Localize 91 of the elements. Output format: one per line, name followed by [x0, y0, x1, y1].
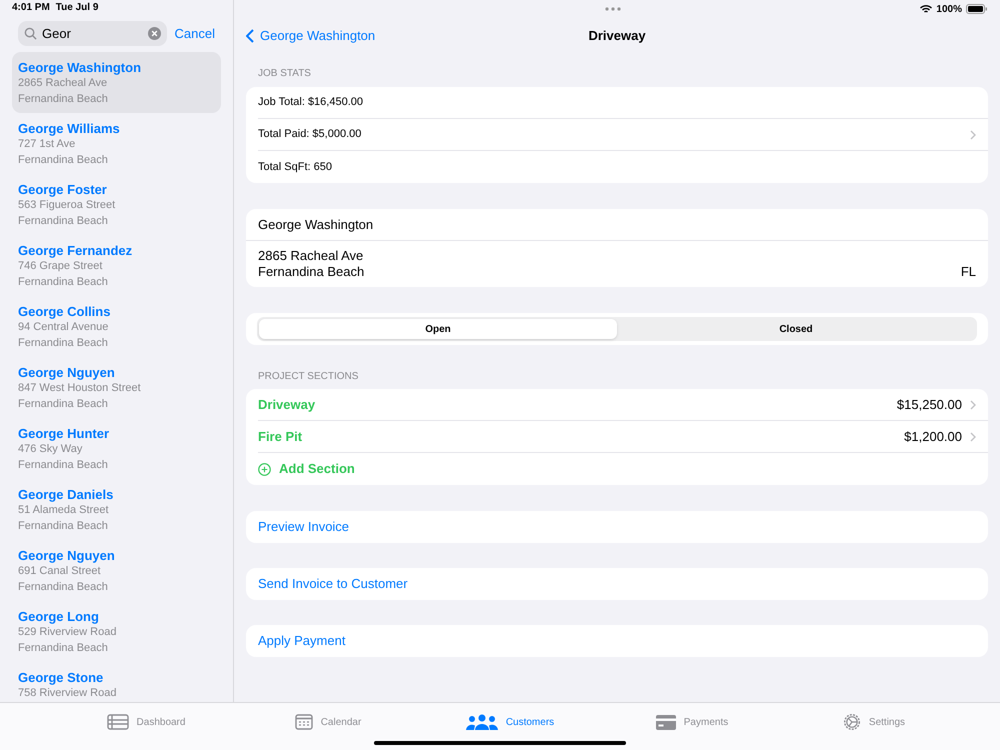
- calendar-icon: [294, 714, 313, 730]
- customer-name: George Hunter: [18, 425, 110, 442]
- section-name: Fire Pit: [258, 428, 302, 446]
- customer-city: Fernandina Beach: [18, 396, 109, 412]
- customer-address: 2865 Racheal Ave: [258, 248, 364, 264]
- stat-label: Job Total: $16,450.00: [258, 95, 363, 110]
- customer-address: 2865 Racheal Ave: [18, 76, 108, 91]
- section-name: Driveway: [258, 396, 316, 414]
- customer-row[interactable]: George Nguyen 847 West Houston Street Fernandina Beach: [12, 357, 221, 418]
- back-button[interactable]: George Washington: [246, 26, 376, 46]
- customer-city: Fernandina Beach: [18, 640, 109, 656]
- customer-city: Fernandina Beach: [18, 336, 109, 350]
- customer-address: 529 Riverview Road: [18, 625, 118, 640]
- action-button[interactable]: Apply Payment: [246, 625, 988, 657]
- customer-row[interactable]: George Foster 563 Figueroa Street Fernandina Beach: [12, 174, 221, 235]
- section-header: PROJECT SECTIONS: [257, 370, 360, 384]
- customer-name: George Daniels: [18, 486, 114, 503]
- search-icon: [24, 27, 37, 40]
- customer-address: 746 Grape Street: [18, 259, 104, 274]
- stat-label: Total Paid: $5,000.00: [258, 127, 362, 142]
- status-date: Tue Jul 9: [56, 1, 98, 15]
- cancel-button[interactable]: Cancel: [174, 24, 215, 44]
- customer-city: Fernandina Beach: [258, 264, 364, 280]
- customer-name: George Washington: [246, 209, 988, 241]
- action-button[interactable]: Preview Invoice: [246, 511, 988, 543]
- customer-city: Fernandina Beach: [18, 580, 109, 594]
- add-section-button[interactable]: Add Section: [246, 453, 988, 485]
- tab-bar-item[interactable]: Customers: [419, 712, 601, 732]
- tab-bar-item[interactable]: Calendar: [237, 712, 419, 732]
- battery-percent: 100%: [936, 2, 962, 16]
- customer-name: George Fernandez: [18, 242, 134, 259]
- customer-city: Fernandina Beach: [18, 518, 109, 534]
- customer-address: 758 Riverview Road: [18, 686, 118, 701]
- customer-row[interactable]: George Nguyen 691 Canal Street Fernandina Beach: [12, 540, 221, 601]
- tab-bar-item[interactable]: Payments: [601, 712, 783, 732]
- customer-address: 691 Canal Street: [18, 564, 102, 579]
- tab-bar-item[interactable]: Settings: [783, 712, 965, 732]
- action-button[interactable]: Send Invoice to Customer: [246, 568, 988, 600]
- customer-address: 94 Central Avenue: [18, 320, 110, 335]
- add-icon: [258, 462, 271, 476]
- back-chevron-icon: [246, 29, 254, 43]
- segment-tab[interactable]: Closed: [617, 319, 975, 339]
- project-section-row[interactable]: Driveway $15,250.00: [258, 389, 988, 421]
- customer-address: 847 West Houston Street: [18, 381, 142, 396]
- customer-city: Fernandina Beach: [18, 92, 109, 106]
- clear-icon[interactable]: [148, 27, 161, 40]
- tab-bar-item[interactable]: Dashboard: [55, 712, 237, 732]
- customer-address: 563 Figueroa Street: [18, 198, 116, 213]
- wifi-icon: [920, 4, 932, 14]
- nav-title: Driveway: [588, 27, 646, 46]
- dashboard-icon: [106, 714, 129, 730]
- status-time: 4:01 PM: [12, 1, 50, 15]
- customer-name: George Stone: [18, 669, 104, 686]
- customer-state: FL: [960, 264, 976, 280]
- customer-city: Fernandina Beach: [18, 274, 109, 290]
- chevron-icon: [970, 400, 976, 410]
- customer-name: George Nguyen: [18, 547, 116, 564]
- customer-row[interactable]: George Fernandez 746 Grape Street Fernandina Beach: [12, 235, 221, 296]
- search-field[interactable]: Geor: [18, 21, 167, 46]
- customer-row[interactable]: George Long 529 Riverview Road Fernandina Beach: [12, 601, 221, 662]
- card-icon: [656, 714, 676, 730]
- customer-row[interactable]: George Collins 94 Central Avenue Fernandina Beach: [12, 296, 221, 357]
- customer-city: Fernandina Beach: [18, 152, 109, 168]
- customer-name: George Washington: [18, 59, 142, 76]
- battery-icon: [966, 4, 988, 14]
- customer-address: 727 1st Ave: [18, 137, 76, 152]
- section-header: JOB STATS: [257, 67, 312, 81]
- customer-city: Fernandina Beach: [18, 214, 109, 228]
- section-amount: $1,200.00: [904, 428, 962, 446]
- customer-row[interactable]: George Washington 2865 Racheal Ave Fernandina Beach: [12, 52, 221, 113]
- customer-name: George Long: [18, 608, 100, 625]
- project-section-row[interactable]: Fire Pit $1,200.00: [258, 421, 988, 453]
- customer-address: 51 Alameda Street: [18, 503, 110, 518]
- segment-tab[interactable]: Open: [259, 319, 617, 339]
- customer-city: Fernandina Beach: [18, 458, 109, 472]
- customer-name: George Collins: [18, 303, 112, 320]
- people-icon: [466, 714, 498, 730]
- multitasking-dots-icon[interactable]: [605, 7, 622, 11]
- customer-name: George Williams: [18, 120, 121, 137]
- customer-row[interactable]: George Williams 727 1st Ave Fernandina Beach: [12, 113, 221, 174]
- customer-address: 476 Sky Way: [18, 442, 84, 457]
- chevron-icon: [970, 432, 976, 442]
- customer-name: George Foster: [18, 181, 108, 198]
- stat-label: Total SqFt: 650: [258, 160, 332, 175]
- status-segmented-control[interactable]: Open Closed: [257, 317, 977, 341]
- section-amount: $15,250.00: [896, 396, 962, 414]
- customer-name: George Nguyen: [18, 364, 116, 381]
- customer-row[interactable]: George Stone 758 Riverview Road: [12, 662, 221, 702]
- customer-row[interactable]: George Daniels 51 Alameda Street Fernandina Beach: [12, 479, 221, 540]
- settings-icon: [842, 713, 861, 731]
- customer-row[interactable]: George Hunter 476 Sky Way Fernandina Beach: [12, 418, 221, 479]
